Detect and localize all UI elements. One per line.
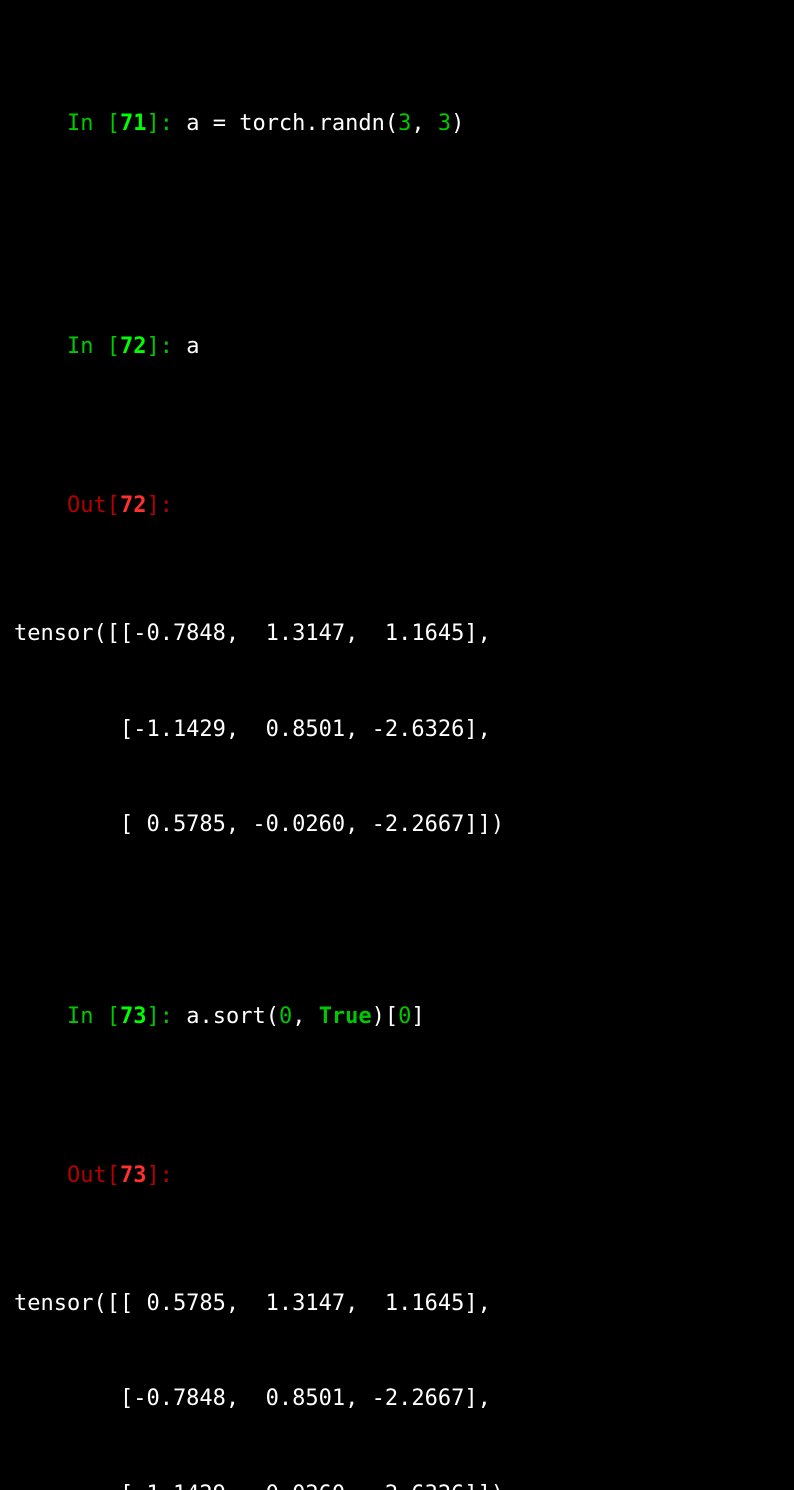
output-line[interactable]: [-1.1429, -0.0260, -2.6326]]) [14,1479,780,1490]
number-literal: 3 [438,111,451,136]
in-prompt-73[interactable]: In [73]: [67,1004,186,1029]
cell-71: In [71]: a = torch.randn(3, 3) [14,12,780,203]
in-prefix: In [ [67,334,120,359]
output-line[interactable]: tensor([[ 0.5785, 1.3147, 1.1645], [14,1288,780,1320]
code-text: )[ [372,1004,399,1029]
code-input-73[interactable]: a.sort(0, True)[0] [186,1004,424,1029]
number-literal: 3 [398,111,411,136]
code-text: a.sort( [186,1004,279,1029]
out-prompt-73: Out[73]: [67,1163,173,1188]
code-text: ] [411,1004,424,1029]
in-suffix: ]: [146,334,186,359]
code-text: , [292,1004,319,1029]
blank-line [14,203,780,235]
code-input-72[interactable]: a [186,334,199,359]
code-text: a = torch.randn( [186,111,398,136]
in-number: 73 [120,1004,147,1029]
in-number: 72 [120,334,147,359]
in-suffix: ]: [146,111,186,136]
code-text: a [186,334,199,359]
out-number: 73 [120,1163,147,1188]
out-suffix: ]: [146,493,173,518]
cell-73: In [73]: a.sort(0, True)[0] Out[73]: ten… [14,905,780,1490]
output-line[interactable]: [-1.1429, 0.8501, -2.6326], [14,714,780,746]
cell-72: In [72]: a Out[72]: tensor([[-0.7848, 1.… [14,235,780,873]
out-prefix: Out[ [67,1163,120,1188]
out-prompt-72: Out[72]: [67,493,173,518]
keyword: True [319,1004,372,1029]
code-text: ) [451,111,464,136]
in-prefix: In [ [67,1004,120,1029]
output-line[interactable]: [ 0.5785, -0.0260, -2.2667]]) [14,809,780,841]
output-line[interactable]: [-0.7848, 0.8501, -2.2667], [14,1383,780,1415]
in-suffix: ]: [146,1004,186,1029]
output-line[interactable]: tensor([[-0.7848, 1.3147, 1.1645], [14,618,780,650]
code-input-71[interactable]: a = torch.randn(3, 3) [186,111,464,136]
code-text: , [411,111,438,136]
in-prefix: In [ [67,111,120,136]
in-prompt-71[interactable]: In [71]: [67,111,186,136]
out-number: 72 [120,493,147,518]
in-number: 71 [120,111,147,136]
number-literal: 0 [279,1004,292,1029]
blank-line [14,873,780,905]
out-suffix: ]: [146,1163,173,1188]
out-prefix: Out[ [67,493,120,518]
in-prompt-72[interactable]: In [72]: [67,334,186,359]
number-literal: 0 [398,1004,411,1029]
